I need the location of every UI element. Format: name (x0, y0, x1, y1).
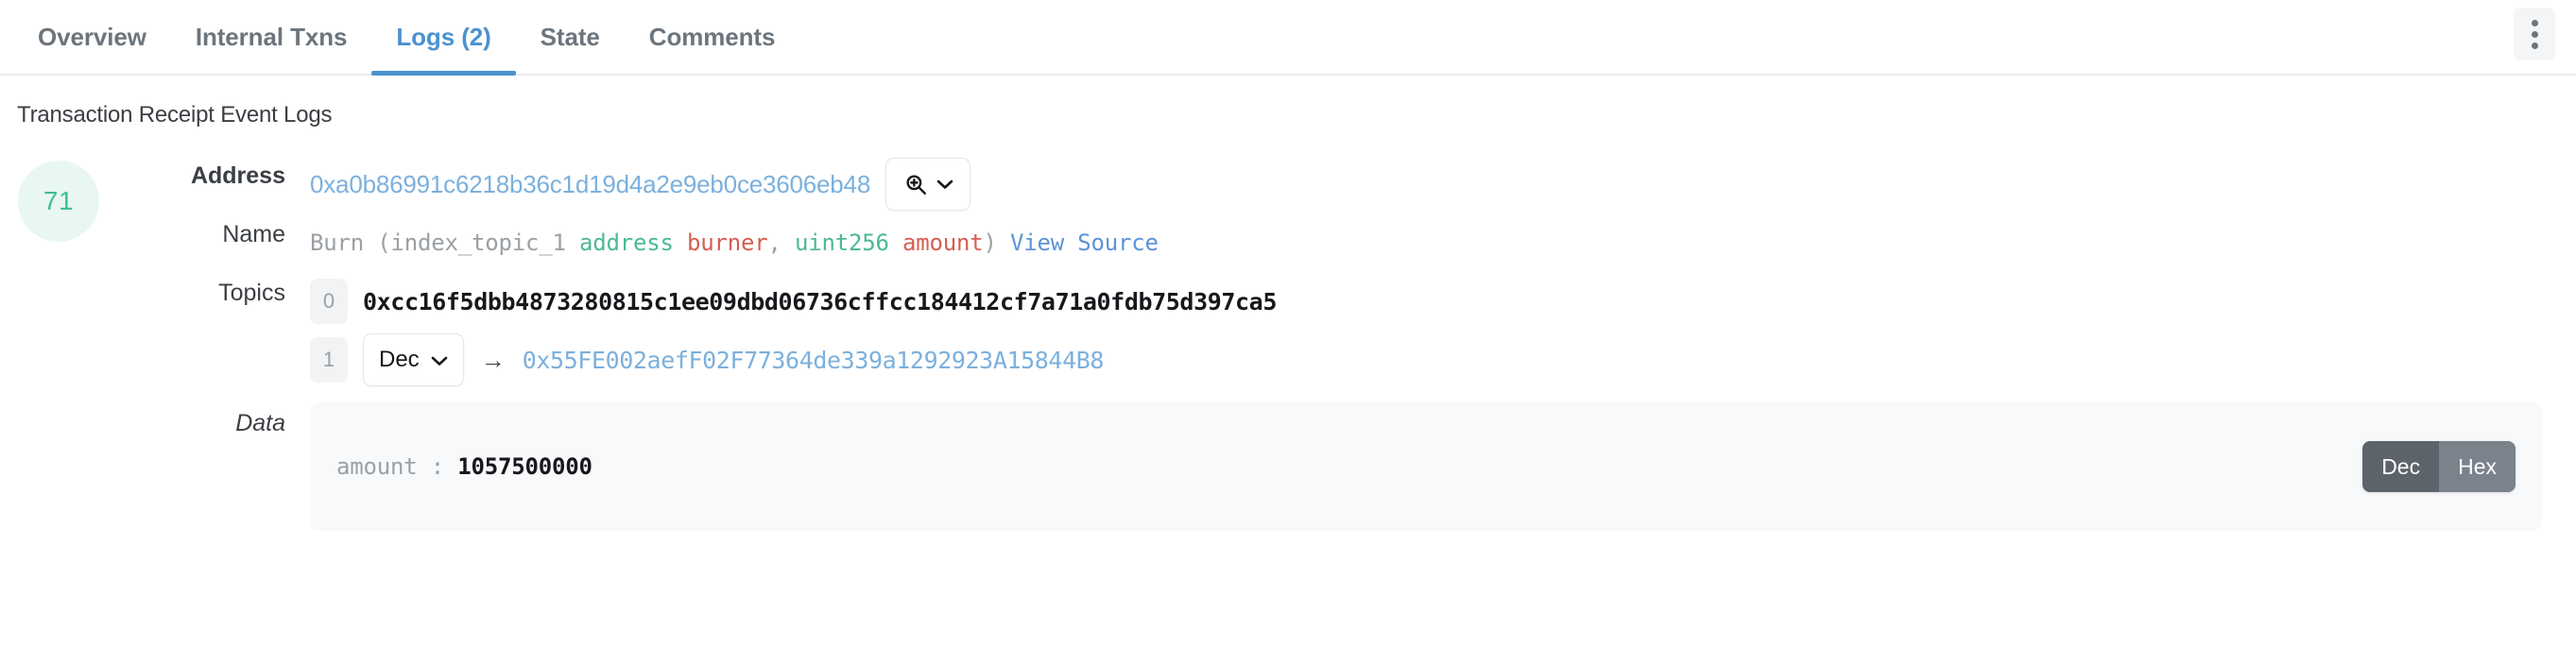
param-name-burner: burner (687, 230, 768, 256)
tab-label: Comments (648, 22, 776, 51)
topic-index-badge: 1 (310, 337, 348, 383)
log-index-column: 71 (0, 155, 117, 531)
kebab-dot (2531, 42, 2538, 49)
data-param-key: amount (336, 453, 418, 480)
event-name: Burn (310, 230, 364, 256)
address-field-row: Address 0xa0b86991c6218b36c1d19d4a2e9eb0… (117, 155, 2542, 213)
data-value: amount : 1057500000 Dec Hex (285, 402, 2542, 531)
index-topic-marker: index_topic_1 (390, 230, 566, 256)
view-source-link[interactable]: View Source (1010, 230, 1159, 256)
name-value: Burn ( index_topic_1 address burner , ui… (285, 213, 2542, 272)
topics-label: Topics (218, 280, 285, 306)
data-format-hex-button[interactable]: Hex (2439, 441, 2516, 492)
log-entry: 71 Address 0xa0b86991c6218b36c1d19d4a2e9… (0, 128, 2576, 531)
param-type-address: address (579, 230, 674, 256)
close-paren: ) (983, 230, 997, 256)
log-fields: Address 0xa0b86991c6218b36c1d19d4a2e9eb0… (117, 155, 2576, 531)
topics-value: 0 0xcc16f5dbb4873280815c1ee09dbd06736cff… (285, 272, 2542, 389)
data-format-toggle: Dec Hex (2362, 441, 2516, 492)
topic-format-label: Dec (379, 347, 420, 372)
address-lookup-button[interactable] (885, 158, 971, 211)
topic-row: 1 Dec → 0x55FE002aefF02F77364de339a12929… (310, 331, 2542, 389)
topic-format-select[interactable]: Dec (363, 333, 464, 386)
log-index-badge: 71 (18, 161, 99, 242)
chevron-down-icon (431, 347, 448, 373)
data-label: Data (235, 410, 285, 436)
arrow-right-icon: → (480, 346, 506, 374)
address-label: Address (190, 162, 285, 189)
data-decoded-text: amount : 1057500000 (336, 453, 592, 480)
data-param-value: 1057500000 (457, 453, 592, 480)
kebab-dot (2531, 30, 2538, 38)
topic-hash: 0xcc16f5dbb4873280815c1ee09dbd06736cffcc… (363, 287, 1277, 315)
name-label: Name (222, 221, 285, 247)
tab-label: State (540, 22, 600, 51)
chevron-down-icon (936, 179, 953, 190)
data-field-row: Data amount : 1057500000 Dec Hex (117, 402, 2542, 531)
param-type-uint256: uint256 (795, 230, 889, 256)
tab-label: Overview (38, 22, 146, 51)
section-caption: Transaction Receipt Event Logs (17, 102, 333, 128)
data-format-dec-button[interactable]: Dec (2362, 441, 2440, 492)
name-field-row: Name Burn ( index_topic_1 address burner… (117, 213, 2542, 272)
kebab-dot (2531, 19, 2538, 26)
open-paren: ( (377, 230, 391, 256)
tab-logs[interactable]: Logs (2) (371, 0, 516, 76)
topic-address-link[interactable]: 0x55FE002aefF02F77364de339a1292923A15844… (523, 347, 1105, 374)
tab-state[interactable]: State (516, 0, 625, 74)
tab-label: Internal Txns (195, 22, 348, 51)
kebab-vertical-icon[interactable] (2514, 8, 2555, 60)
tab-comments[interactable]: Comments (625, 0, 800, 74)
tab-bar: Overview Internal Txns Logs (2) State Co… (0, 0, 2576, 76)
address-link[interactable]: 0xa0b86991c6218b36c1d19d4a2e9eb0ce3606eb… (310, 170, 870, 199)
data-separator: : (430, 453, 444, 480)
tab-overview[interactable]: Overview (13, 0, 171, 74)
topics-field-row: Topics 0 0xcc16f5dbb4873280815c1ee09dbd0… (117, 272, 2542, 389)
param-comma: , (767, 230, 781, 256)
tab-internal-txns[interactable]: Internal Txns (171, 0, 372, 74)
address-value: 0xa0b86991c6218b36c1d19d4a2e9eb0ce3606eb… (285, 155, 2542, 213)
tab-label: Logs (2) (396, 22, 491, 51)
data-panel: amount : 1057500000 Dec Hex (310, 402, 2542, 531)
param-name-amount: amount (902, 230, 984, 256)
magnifier-plus-icon (903, 172, 928, 196)
topic-row: 0 0xcc16f5dbb4873280815c1ee09dbd06736cff… (310, 272, 2542, 331)
topic-index-badge: 0 (310, 279, 348, 324)
